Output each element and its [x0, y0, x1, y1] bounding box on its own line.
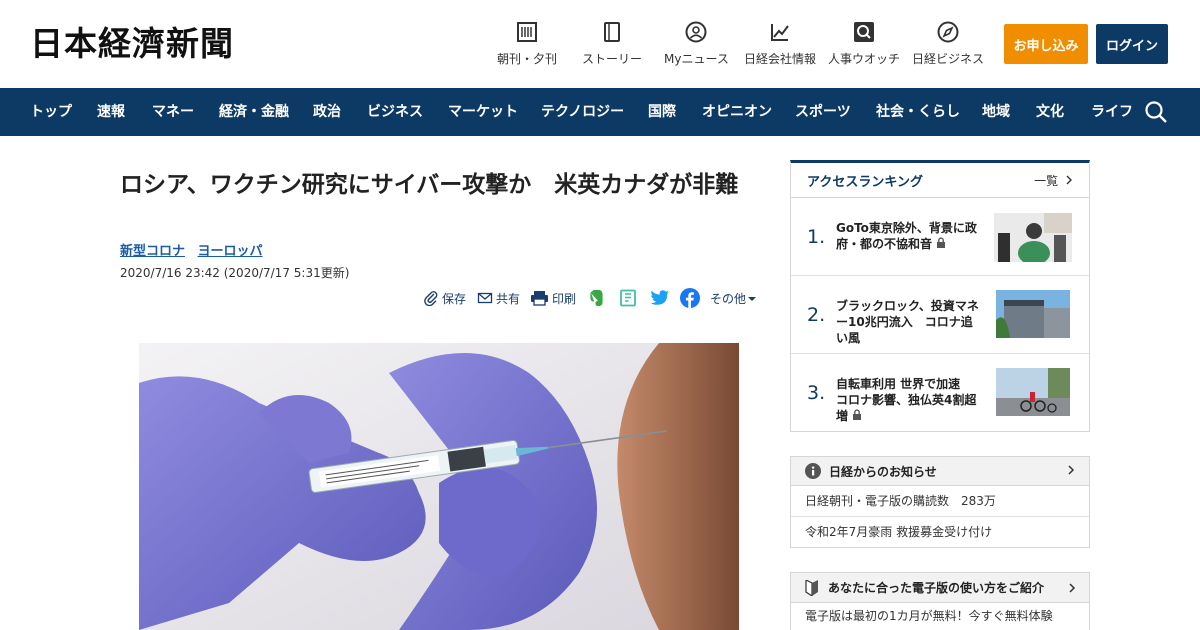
access-ranking: アクセスランキング 一覧 1. GoTo東京除外、背景に政府・都の不協和音 2.… — [790, 160, 1090, 432]
twitter-button[interactable] — [650, 288, 673, 308]
bookmark-note-icon — [619, 289, 637, 307]
rank-number: 3. — [807, 382, 826, 404]
topic-link-europe[interactable]: ヨーロッパ — [198, 244, 263, 259]
book-icon — [600, 20, 624, 44]
nav-item-business[interactable]: ビジネス — [367, 88, 423, 136]
digital-guide: あなたに合った電子版の使い方をご紹介 電子版は最初の1カ月が無料！今すぐ無料体験 — [790, 572, 1090, 630]
caret-down-icon — [748, 291, 757, 305]
rank-thumbnail — [996, 368, 1070, 416]
facebook-icon — [680, 288, 700, 308]
notices-heading: 日経からのお知らせ — [829, 464, 937, 479]
ranking-heading: アクセスランキング — [807, 174, 923, 190]
nav-item-technology[interactable]: テクノロジー — [541, 88, 624, 136]
print-label: 印刷 — [552, 291, 577, 306]
topic-link-covid[interactable]: 新型コロナ — [120, 244, 185, 259]
evernote-button[interactable] — [587, 288, 608, 308]
nav-item-top[interactable]: トップ — [30, 88, 72, 136]
site-header: 日本経濟新聞 朝刊・夕刊 ストーリー Myニュース 日経会社情報 人事ウオッチ — [0, 0, 1200, 88]
util-label: 日経ビジネス — [912, 52, 985, 66]
util-company-info[interactable]: 日経会社情報 — [744, 20, 816, 67]
paperclip-icon — [423, 290, 439, 307]
nav-item-opinion[interactable]: オピニオン — [702, 88, 772, 136]
util-label: 朝刊・夕刊 — [497, 52, 558, 66]
util-jinji-watch[interactable]: 人事ウオッチ — [828, 20, 900, 67]
ranking-item[interactable]: 3. 自転車利用 世界で加速 コロナ影響、独仏英4割超増 — [791, 354, 1089, 432]
notice-item[interactable]: 日経朝刊・電子版の購読数 283万 — [791, 486, 1089, 517]
util-label: 日経会社情報 — [744, 52, 817, 66]
rank-number: 1. — [807, 226, 826, 248]
util-label: ストーリー — [582, 52, 643, 66]
ranking-item[interactable]: 2. ブラックロック、投資マネー10兆円流入 コロナ追い風 — [791, 276, 1089, 354]
guide-header[interactable]: あなたに合った電子版の使い方をご紹介 — [791, 573, 1089, 603]
util-label: 人事ウオッチ — [828, 52, 901, 66]
lock-icon — [937, 237, 946, 248]
notice-item[interactable]: 令和2年7月豪雨 救援募金受け付け — [791, 517, 1089, 548]
nav-item-money[interactable]: マネー — [152, 88, 194, 136]
rank-title-text: GoTo東京除外、背景に政府・都の不協和音 — [836, 221, 977, 251]
info-icon — [805, 463, 821, 479]
nav-item-market[interactable]: マーケット — [448, 88, 518, 136]
util-chokan-yukan[interactable]: 朝刊・夕刊 — [497, 20, 557, 67]
article-title: ロシア、ワクチン研究にサイバー攻撃か 米英カナダが非難 — [120, 172, 739, 198]
article-date: 2020/7/16 23:42 (2020/7/17 5:31更新) — [120, 266, 350, 280]
compass-icon — [936, 20, 960, 44]
facebook-button[interactable] — [680, 288, 703, 308]
ranking-more-link[interactable]: 一覧 — [1034, 172, 1073, 189]
rank-number: 2. — [807, 304, 826, 326]
rank-title: 自転車利用 世界で加速 コロナ影響、独仏英4割超増 — [836, 376, 984, 424]
util-my-news[interactable]: Myニュース — [664, 20, 729, 67]
search-person-icon — [852, 20, 876, 44]
login-button[interactable]: ログイン — [1096, 24, 1168, 64]
ranking-item[interactable]: 1. GoTo東京除外、背景に政府・都の不協和音 — [791, 198, 1089, 276]
main-nav: トップ 速報 マネー 経済・金融 政治 ビジネス マーケット テクノロジー 国際… — [0, 88, 1200, 136]
nav-item-region[interactable]: 地域 — [982, 88, 1010, 136]
nav-item-international[interactable]: 国際 — [648, 88, 676, 136]
rank-title: GoTo東京除外、背景に政府・都の不協和音 — [836, 220, 984, 252]
rank-thumbnail — [996, 290, 1070, 338]
chevron-right-icon — [1069, 583, 1076, 593]
guide-heading: あなたに合った電子版の使い方をご紹介 — [828, 581, 1045, 595]
save-label: 保存 — [442, 291, 467, 306]
search-icon[interactable] — [1144, 100, 1168, 124]
guide-item[interactable]: 電子版は最初の1カ月が無料！今すぐ無料体験 — [791, 603, 1089, 630]
mail-icon — [477, 290, 493, 306]
util-nikkei-business[interactable]: 日経ビジネス — [912, 20, 984, 67]
nav-item-life[interactable]: ライフ — [1091, 88, 1133, 136]
printer-icon — [530, 290, 549, 306]
beginner-mark-icon — [805, 579, 818, 596]
more-share-label: その他 — [710, 291, 747, 306]
chart-icon — [768, 20, 792, 44]
save-button[interactable]: 保存 — [423, 288, 466, 308]
apply-button[interactable]: お申し込み — [1004, 24, 1088, 64]
nav-item-sokuho[interactable]: 速報 — [97, 88, 125, 136]
chevron-right-icon — [1066, 175, 1072, 184]
ranking-more-label: 一覧 — [1034, 173, 1059, 188]
newspaper-icon — [515, 20, 539, 44]
share-label: 共有 — [496, 291, 521, 306]
nav-item-politics[interactable]: 政治 — [313, 88, 341, 136]
nav-item-culture[interactable]: 文化 — [1036, 88, 1064, 136]
util-label: Myニュース — [664, 52, 729, 66]
print-button[interactable]: 印刷 — [530, 288, 576, 308]
rank-thumbnail — [994, 213, 1072, 262]
nikkei-notices: 日経からのお知らせ 日経朝刊・電子版の購読数 283万 令和2年7月豪雨 救援募… — [790, 456, 1090, 548]
rank-title: ブラックロック、投資マネー10兆円流入 コロナ追い風 — [836, 299, 979, 345]
lock-icon — [853, 409, 862, 420]
bookmark-button[interactable] — [619, 288, 640, 308]
chevron-right-icon — [1068, 465, 1075, 475]
share-button[interactable]: 共有 — [477, 288, 520, 308]
topic-links: 新型コロナ ヨーロッパ — [120, 240, 271, 259]
ranking-header: アクセスランキング 一覧 — [791, 163, 1089, 198]
article-photo — [139, 343, 739, 630]
more-share-dropdown[interactable]: その他 — [710, 288, 757, 308]
util-story[interactable]: ストーリー — [582, 20, 642, 67]
twitter-icon — [650, 289, 670, 307]
notices-header[interactable]: 日経からのお知らせ — [791, 457, 1089, 486]
nav-item-economy[interactable]: 経済・金融 — [219, 88, 289, 136]
nav-item-sports[interactable]: スポーツ — [795, 88, 851, 136]
evernote-icon — [587, 289, 605, 307]
site-logo[interactable]: 日本経濟新聞 — [30, 22, 314, 66]
user-icon — [684, 20, 708, 44]
nav-item-society[interactable]: 社会・くらし — [876, 88, 960, 136]
